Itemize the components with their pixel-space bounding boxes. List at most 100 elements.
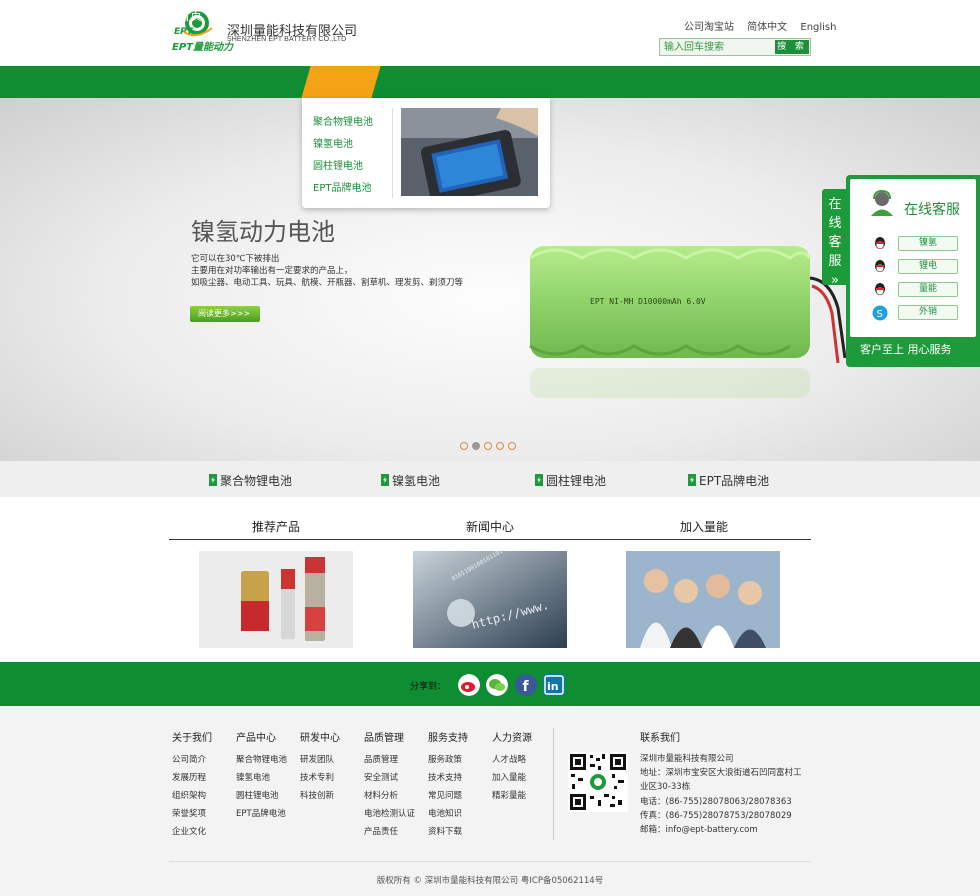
footer-link[interactable]: 研发团队 [300,753,334,765]
service-nimh-button[interactable]: 镍氢 [898,236,958,251]
footer-link[interactable]: 圆柱锂电池 [236,789,279,801]
footer-column-title[interactable]: 产品中心 [236,729,276,744]
recommended-product-image[interactable] [199,551,353,648]
section-title-news[interactable]: 新闻中心 [466,518,514,535]
linkedin-icon[interactable]: in [543,674,565,696]
search-box: 搜 索 [659,38,811,56]
nav-rnd[interactable]: 研发中心 [391,0,439,32]
slide-dot-4[interactable] [496,442,504,450]
join-us-image[interactable] [626,551,780,648]
nav-products[interactable]: 产品中心 [316,0,364,32]
service-ept-button[interactable]: 量能 [898,282,958,297]
footer-divider [553,728,554,840]
footer-link[interactable]: 技术专利 [300,771,334,783]
nav-support[interactable]: 服务支持 [615,0,663,32]
footer-column-title[interactable]: 关于我们 [172,729,212,744]
category-nimh[interactable]: 镍氢电池 [381,472,440,489]
footer-contact-title: 联系我们 [640,733,680,744]
qr-code-image [568,752,628,812]
dropdown-item-polymer[interactable]: 聚合物锂电池 [313,113,373,128]
service-tab-char: 线 [828,216,842,231]
footer-column-title[interactable]: 服务支持 [428,729,468,744]
slide-dot-1[interactable] [460,442,468,450]
search-button[interactable]: 搜 索 [775,40,809,54]
footer-column-title[interactable]: 研发中心 [300,729,340,744]
read-more-button[interactable]: 阅读更多>>> [190,306,260,322]
footer-link[interactable]: 人才战略 [492,753,526,765]
section-divider [169,539,811,540]
footer-link[interactable]: 镍氢电池 [236,771,270,783]
footer-link[interactable]: 精彩量能 [492,789,526,801]
main-nav [0,66,980,98]
footer-link[interactable]: EPT品牌电池 [236,807,286,819]
service-lithium-button[interactable]: 锂电 [898,259,958,274]
category-polymer[interactable]: 聚合物锂电池 [209,472,292,489]
weibo-icon[interactable] [458,674,480,696]
battery-bolt-icon [209,474,217,486]
category-cylindrical[interactable]: 圆柱锂电池 [535,472,606,489]
nav-news[interactable]: 新闻中心 [540,0,588,32]
footer-link[interactable]: 荣誉奖项 [172,807,206,819]
footer-link[interactable]: 服务政策 [428,753,462,765]
dropdown-item-nimh[interactable]: 镍氢电池 [313,135,353,150]
footer-bottom-divider [169,861,811,862]
footer-column-title[interactable]: 品质管理 [364,729,404,744]
service-export-button[interactable]: 外销 [898,305,958,320]
dropdown-divider [392,108,393,198]
footer-link[interactable]: 材料分析 [364,789,398,801]
nav-quality[interactable]: 品质管理 [465,0,513,32]
news-image[interactable]: http://www. 0101100100101101 [413,551,567,648]
slide-dot-3[interactable] [484,442,492,450]
online-service-panel: 在线客服 镍氢 锂电 量能 S 外销 客户至上 用心服务 [846,175,980,367]
banner-desc-line-3: 如吸尘器、电动工具、玩具、航模、开瓶器、割草机、理发剪、剃须刀等 [191,278,464,288]
facebook-icon[interactable]: f [515,674,537,696]
wechat-icon[interactable] [486,674,508,696]
online-service-tab[interactable]: 在 线 客 服 » [822,189,848,288]
footer-link[interactable]: 公司简介 [172,753,206,765]
nav-active-highlight [301,66,381,98]
footer-link[interactable]: 发展历程 [172,771,206,783]
footer-contact-email[interactable]: 邮箱：info@ept-battery.com [640,823,758,835]
footer-link[interactable]: 资料下载 [428,825,462,837]
logo-brand-text: EPT量能动力 [172,42,233,53]
footer-link[interactable]: 聚合物锂电池 [236,753,287,765]
service-title: 在线客服 [904,202,960,218]
footer-link[interactable]: 企业文化 [172,825,206,837]
dropdown-tablet-image [401,108,538,196]
slide-dot-2[interactable] [472,442,480,450]
section-title-recommended[interactable]: 推荐产品 [252,518,300,535]
footer-link[interactable]: 电池检测认证 [364,807,415,819]
footer-contact-company: 深圳市量能科技有限公司 [640,754,734,764]
service-tab-arrow: » [831,273,839,288]
footer-link[interactable]: 常见问题 [428,789,462,801]
banner-title: 镍氢动力电池 [191,218,335,246]
category-label: EPT品牌电池 [699,474,770,488]
svg-text:S: S [877,309,883,320]
skype-icon: S [872,305,888,321]
footer-link[interactable]: 安全测试 [364,771,398,783]
section-title-join[interactable]: 加入量能 [680,518,728,535]
footer-link[interactable]: 加入量能 [492,771,526,783]
dropdown-item-ept-brand[interactable]: EPT品牌电池 [313,179,371,194]
category-label: 聚合物锂电池 [220,474,293,488]
slide-dot-5[interactable] [508,442,516,450]
footer-contact-phone: 电话：(86-755)28078063/28078363 [640,797,792,807]
footer-column-title[interactable]: 人力资源 [492,729,532,744]
service-tab-char: 客 [828,235,842,250]
nav-home[interactable]: 首页 [178,0,202,32]
footer-link[interactable]: 品质管理 [364,753,398,765]
qq-icon [875,237,885,249]
footer-link[interactable]: 组织架构 [172,789,206,801]
nav-hr[interactable]: 人力资源 [690,0,738,32]
search-input[interactable] [660,39,776,55]
share-bar: 分享到： f in [0,662,980,706]
nav-about[interactable]: 关于我们 [241,0,289,32]
service-panel-body: 在线客服 镍氢 锂电 量能 S 外销 [850,179,976,337]
footer-link[interactable]: 电池知识 [428,807,462,819]
footer-link[interactable]: 产品责任 [364,825,398,837]
footer-link[interactable]: 技术支持 [428,771,462,783]
nav-contact[interactable]: 联系我们 [765,0,813,32]
category-ept-brand[interactable]: EPT品牌电池 [688,472,769,489]
dropdown-item-cylindrical[interactable]: 圆柱锂电池 [313,157,363,172]
footer-link[interactable]: 科技创新 [300,789,334,801]
